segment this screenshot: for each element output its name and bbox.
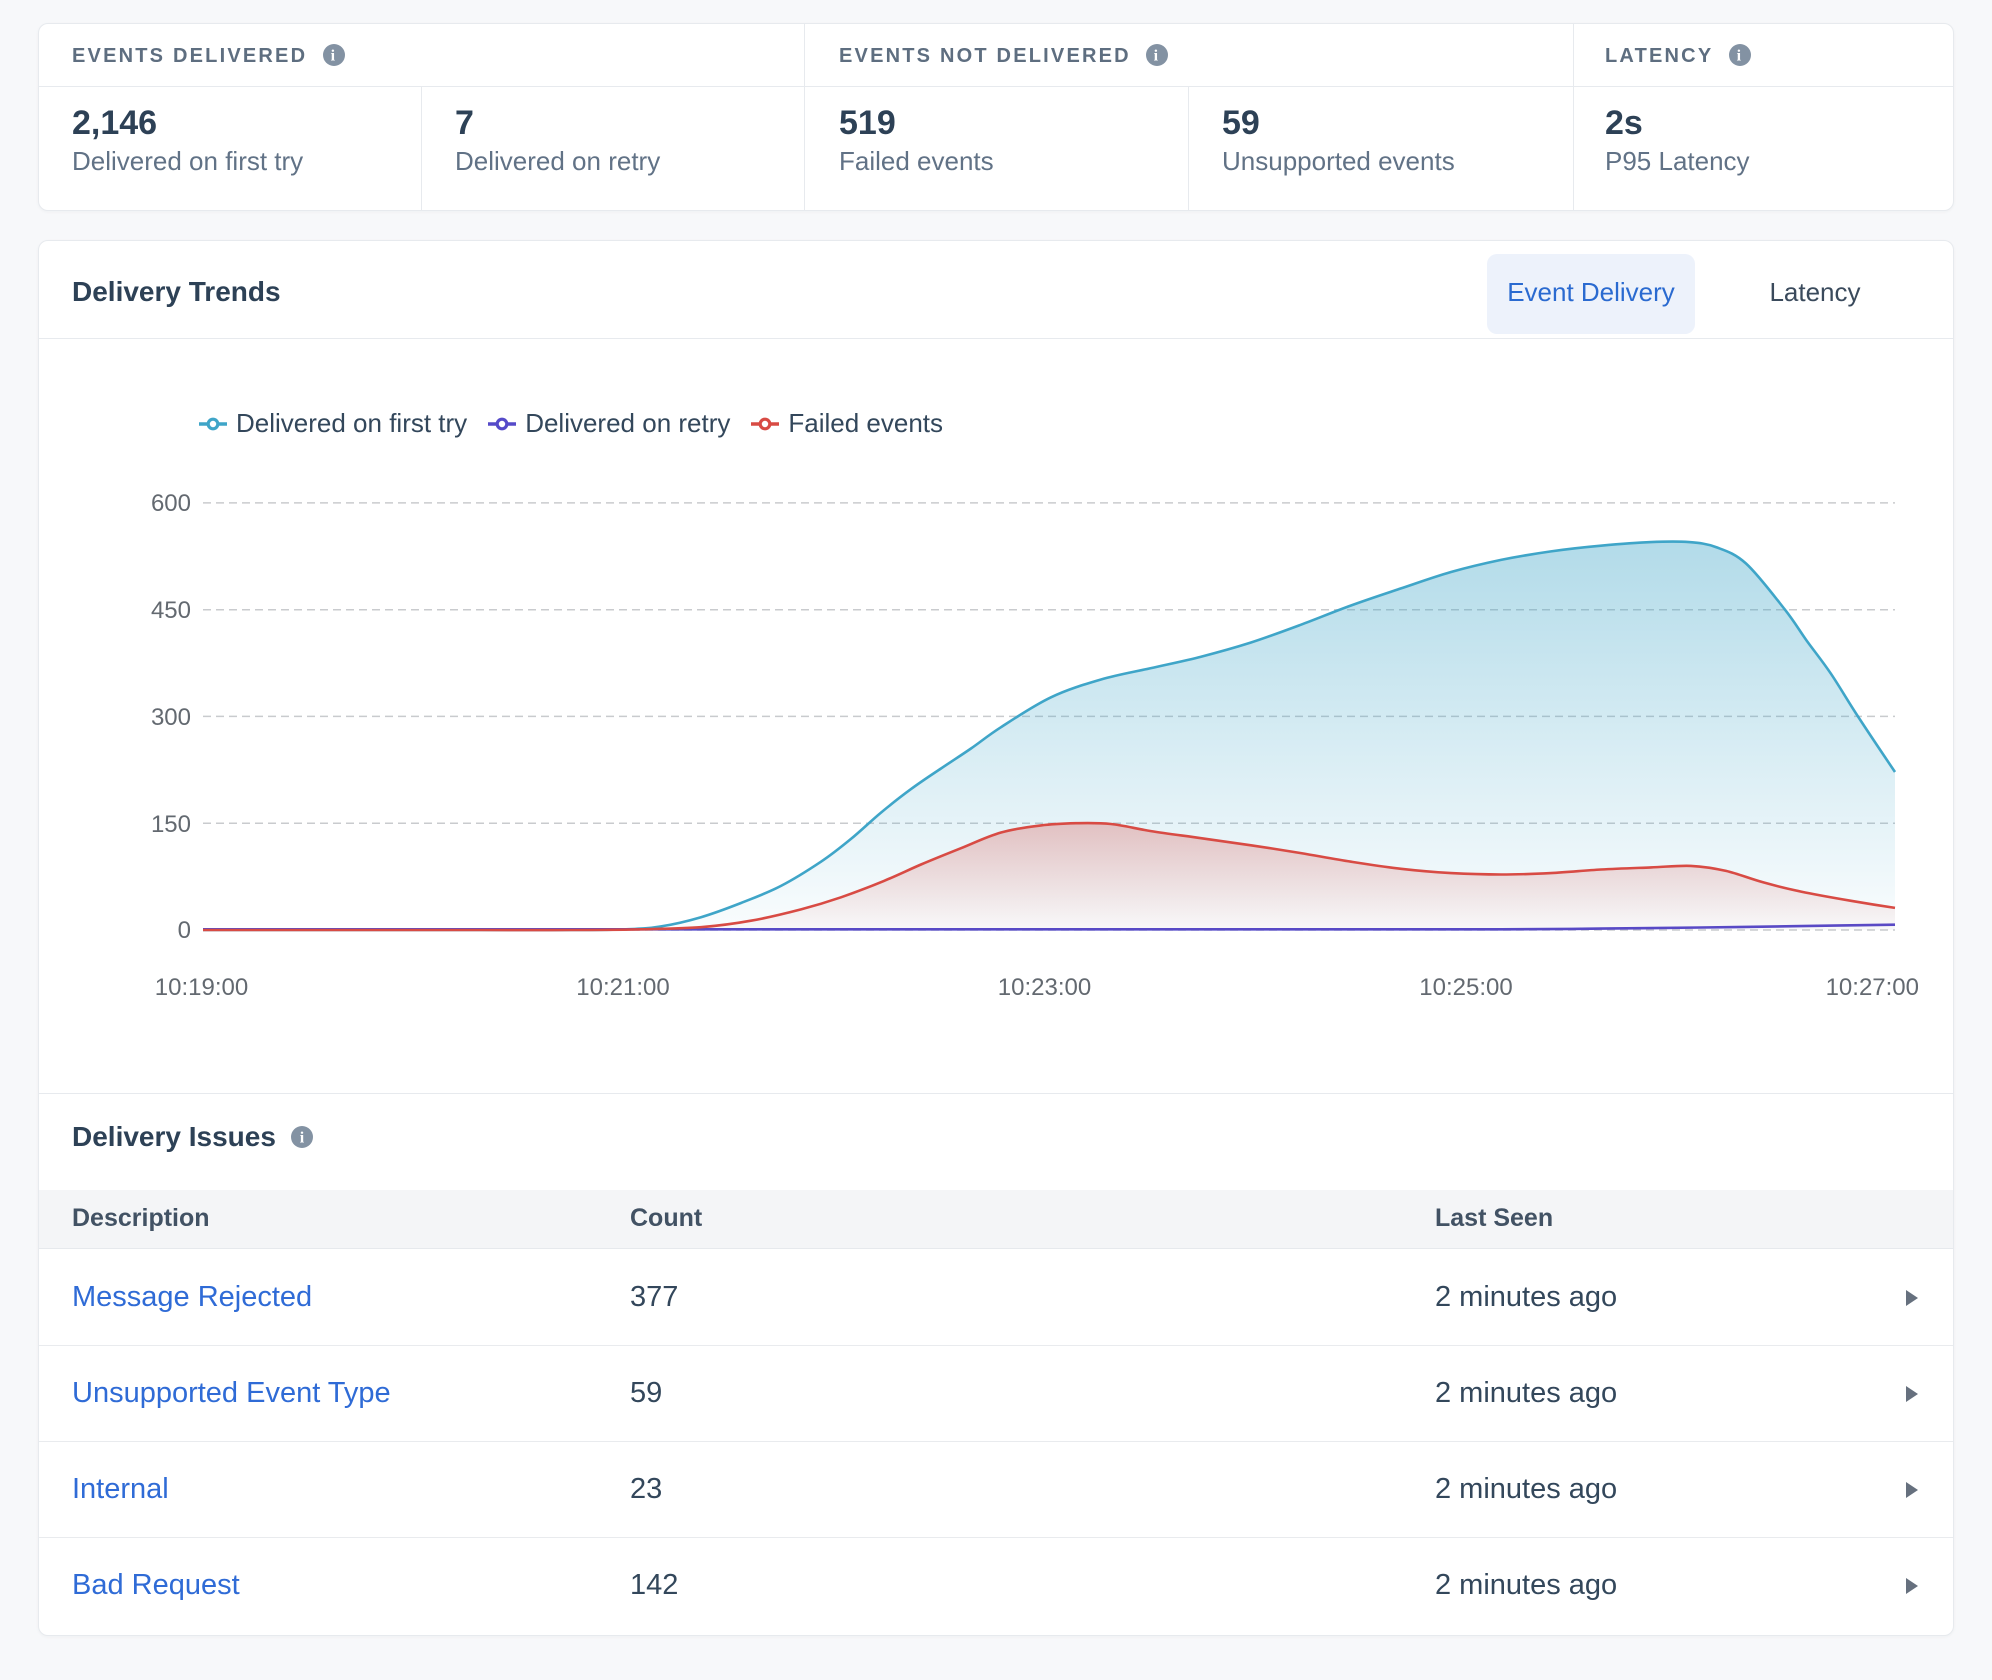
svg-text:10:21:00: 10:21:00: [576, 974, 669, 1001]
svg-text:i: i: [330, 47, 337, 64]
svg-text:i: i: [1154, 47, 1161, 64]
svg-text:0: 0: [178, 917, 191, 944]
svg-text:10:19:00: 10:19:00: [155, 974, 248, 1001]
svg-text:i: i: [1737, 47, 1744, 64]
svg-text:i: i: [300, 1129, 305, 1146]
svg-text:150: 150: [151, 811, 191, 838]
svg-text:450: 450: [151, 597, 191, 624]
svg-text:300: 300: [151, 704, 191, 731]
svg-text:10:27:00: 10:27:00: [1826, 974, 1919, 1001]
svg-text:600: 600: [151, 490, 191, 517]
svg-text:10:23:00: 10:23:00: [998, 974, 1091, 1001]
svg-text:10:25:00: 10:25:00: [1419, 974, 1512, 1001]
